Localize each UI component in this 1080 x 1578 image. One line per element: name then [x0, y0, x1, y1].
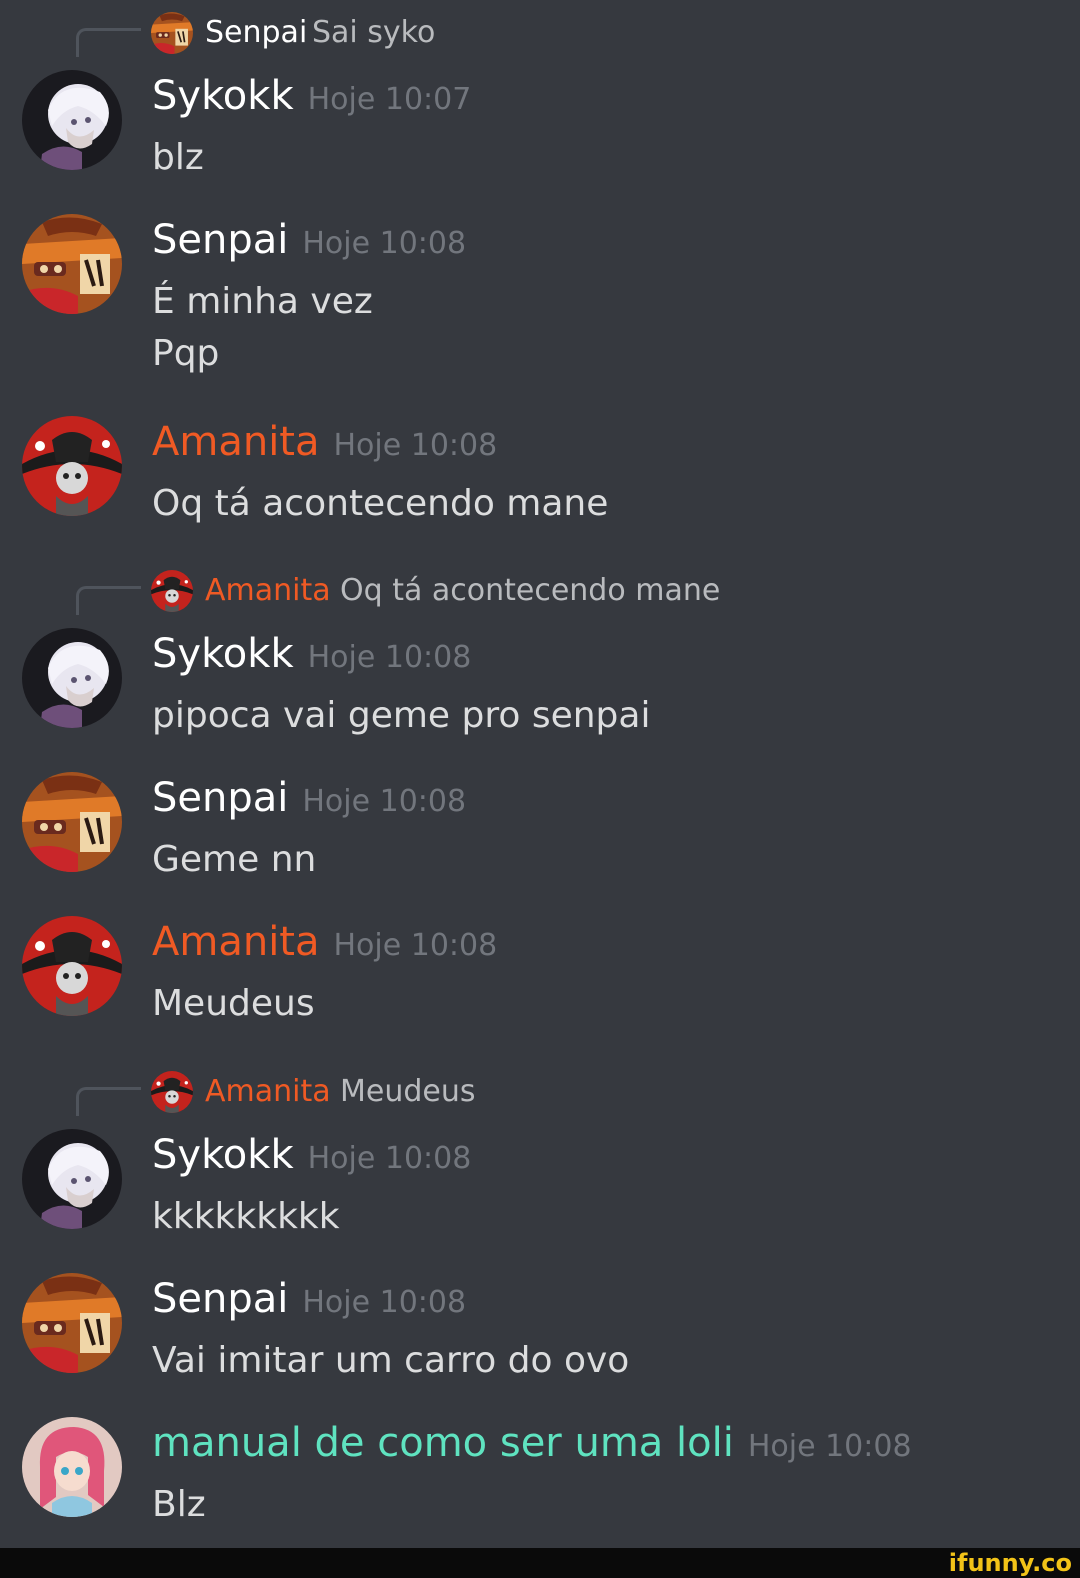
amanita-avatar-mini: [151, 1071, 193, 1113]
message-header: Amanita Hoje 10:08: [152, 414, 497, 470]
amanita-avatar[interactable]: [22, 416, 122, 516]
username[interactable]: Senpai: [152, 775, 288, 821]
message: manual de como ser uma loli Hoje 10:08 Bl…: [0, 1415, 1080, 1535]
reply-author[interactable]: Senpai: [205, 12, 307, 54]
senpai-avatar[interactable]: [22, 1273, 122, 1373]
reply-text: Meudeus: [340, 1074, 476, 1109]
message-text: Meudeus: [152, 983, 315, 1024]
message: Senpai Hoje 10:08 Geme nn: [0, 770, 1080, 890]
timestamp: Hoje 10:08: [747, 1429, 912, 1464]
timestamp: Hoje 10:08: [333, 928, 498, 963]
message: Sykokk Hoje 10:07 blz: [0, 68, 1080, 188]
senpai-avatar[interactable]: [22, 772, 122, 872]
message: Sykokk Hoje 10:08 kkkkkkkkk: [0, 1127, 1080, 1247]
senpai-avatar-mini: [151, 12, 193, 54]
username[interactable]: Senpai: [152, 217, 288, 263]
timestamp: Hoje 10:08: [302, 784, 467, 819]
username[interactable]: Sykokk: [152, 631, 294, 677]
timestamp: Hoje 10:08: [333, 428, 498, 463]
watermark: ifunny.co: [948, 1549, 1072, 1577]
username[interactable]: Sykokk: [152, 1132, 294, 1178]
reply-text: Sai syko: [312, 15, 436, 50]
message-text: kkkkkkkkk: [152, 1196, 340, 1237]
message: Amanita Hoje 10:08 Meudeus: [0, 914, 1080, 1034]
sykokk-avatar[interactable]: [22, 1129, 122, 1229]
reply-preview[interactable]: Amanita Oq tá acontecendo mane: [0, 558, 1080, 615]
timestamp: Hoje 10:08: [302, 1285, 467, 1320]
sykokk-avatar[interactable]: [22, 70, 122, 170]
reply-spine: [76, 28, 141, 57]
message: Senpai Hoje 10:08 Vai imitar um carro do …: [0, 1271, 1080, 1391]
watermark-bar: ifunny.co: [0, 1548, 1080, 1578]
message-header: Senpai Hoje 10:08: [152, 770, 466, 826]
amanita-avatar[interactable]: [22, 916, 122, 1016]
message-header: Sykokk Hoje 10:08: [152, 1127, 471, 1183]
message-header: Senpai Hoje 10:08: [152, 212, 466, 268]
message-text: blz: [152, 137, 204, 178]
username[interactable]: manual de como ser uma loli: [152, 1420, 734, 1466]
reply-spine: [76, 1087, 141, 1116]
message: Senpai Hoje 10:08 É minha vez Pqp: [0, 212, 1080, 382]
message-text: pipoca vai geme pro senpai: [152, 695, 651, 736]
message-header: Amanita Hoje 10:08: [152, 914, 497, 970]
message-header: manual de como ser uma loli Hoje 10:08: [152, 1415, 912, 1471]
reply-spine: [76, 586, 141, 615]
timestamp: Hoje 10:08: [307, 640, 472, 675]
amanita-avatar-mini: [151, 570, 193, 612]
message-text: Vai imitar um carro do ovo: [152, 1340, 630, 1381]
message: Amanita Hoje 10:08 Oq tá acontecendo mane: [0, 414, 1080, 534]
reply-author[interactable]: Amanita: [205, 1071, 331, 1113]
timestamp: Hoje 10:08: [307, 1141, 472, 1176]
message-text: Geme nn: [152, 839, 317, 880]
username[interactable]: Amanita: [152, 919, 320, 965]
message-header: Senpai Hoje 10:08: [152, 1271, 466, 1327]
reply-text: Oq tá acontecendo mane: [340, 573, 721, 608]
message-text: Blz: [152, 1484, 206, 1525]
chat-log: Senpai Sai syko Sykokk Hoje 10:07 blz Sen…: [0, 0, 1080, 1556]
reply-preview[interactable]: Amanita Meudeus: [0, 1059, 1080, 1116]
message-text: Oq tá acontecendo mane: [152, 483, 609, 524]
username[interactable]: Amanita: [152, 419, 320, 465]
message-text: Pqp: [152, 333, 220, 374]
timestamp: Hoje 10:07: [307, 82, 472, 117]
username[interactable]: Sykokk: [152, 73, 294, 119]
senpai-avatar[interactable]: [22, 214, 122, 314]
reply-preview[interactable]: Senpai Sai syko: [0, 0, 1080, 57]
loli-avatar[interactable]: [22, 1417, 122, 1517]
reply-author[interactable]: Amanita: [205, 570, 331, 612]
sykokk-avatar[interactable]: [22, 628, 122, 728]
message-text: É minha vez: [152, 281, 373, 322]
timestamp: Hoje 10:08: [302, 226, 467, 261]
message: Sykokk Hoje 10:08 pipoca vai geme pro sen…: [0, 626, 1080, 746]
username[interactable]: Senpai: [152, 1276, 288, 1322]
message-header: Sykokk Hoje 10:08: [152, 626, 471, 682]
message-header: Sykokk Hoje 10:07: [152, 68, 471, 124]
